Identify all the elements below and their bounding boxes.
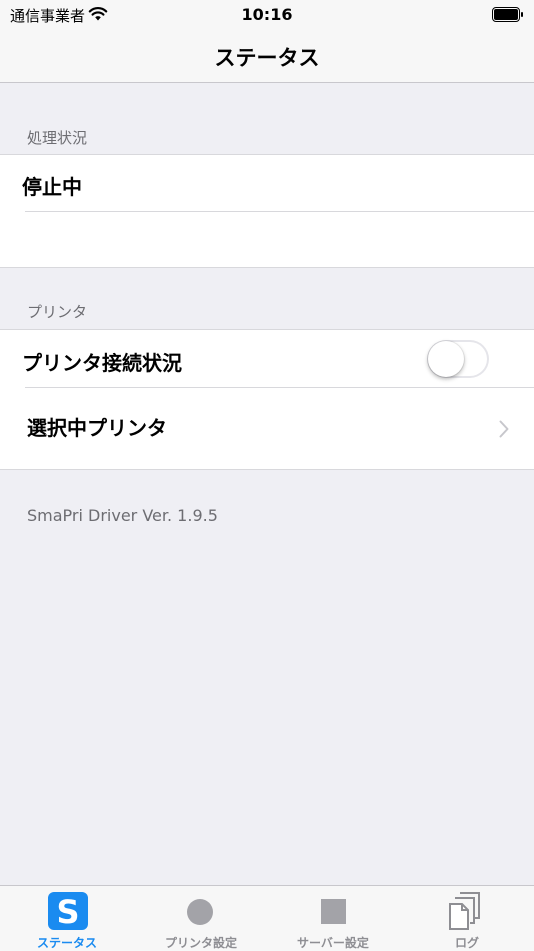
tab-printer-settings[interactable]: プリンタ設定: [134, 886, 268, 951]
app-version: SmaPri Driver Ver. 1.9.5: [27, 506, 218, 525]
svg-text:S: S: [56, 893, 79, 930]
tab-label: サーバー設定: [297, 936, 369, 950]
circle-icon: [187, 899, 213, 925]
status-bar: 通信事業者 10:16: [0, 0, 534, 30]
tab-label: プリンタ設定: [164, 936, 237, 950]
selected-printer-label: 選択中プリンタ: [27, 416, 167, 440]
tab-status[interactable]: S ステータス: [0, 886, 134, 951]
documents-icon: [449, 892, 480, 930]
clock: 10:16: [241, 5, 293, 24]
navigation-bar: ステータス: [0, 30, 534, 83]
page-title: ステータス: [214, 46, 320, 70]
tab-label: ステータス: [36, 936, 97, 950]
processing-detail-row: [0, 212, 534, 268]
toggle-knob: [428, 341, 464, 377]
s-app-icon: S: [48, 892, 88, 930]
printer-connection-toggle[interactable]: [427, 340, 489, 378]
processing-status-text: 停止中: [22, 175, 82, 199]
printer-connection-label: プリンタ接続状況: [22, 351, 182, 375]
section-header-printer: プリンタ: [27, 303, 88, 321]
tab-server-settings[interactable]: サーバー設定: [266, 886, 400, 951]
processing-status-row: 停止中: [0, 155, 534, 211]
processing-status-group: 停止中: [0, 154, 534, 268]
battery-icon: [492, 7, 523, 22]
printer-connection-row: プリンタ接続状況: [0, 330, 534, 387]
printer-group: プリンタ接続状況 選択中プリンタ: [0, 329, 534, 470]
square-icon: [321, 899, 346, 924]
tab-label: ログ: [454, 936, 479, 950]
tab-bar: S ステータス プリンタ設定 サーバー設定 ログ: [0, 885, 534, 951]
section-header-processing: 処理状況: [27, 129, 88, 147]
chevron-right-icon: [499, 420, 509, 438]
selected-printer-row[interactable]: 選択中プリンタ: [0, 388, 534, 468]
tab-log[interactable]: ログ: [400, 886, 534, 951]
